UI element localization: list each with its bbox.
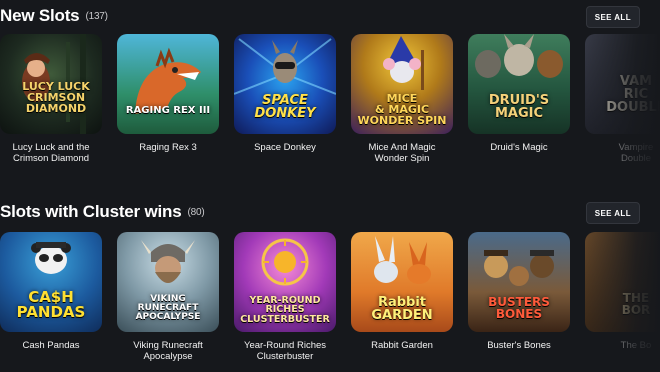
game-logo: BUSTERS BONES [488, 295, 550, 321]
game-thumbnail[interactable]: DRUID'S MAGIC [468, 34, 570, 134]
game-thumbnail[interactable]: Rabbit GARDEN [351, 232, 453, 332]
game-logo: YEAR-ROUND RICHES CLUSTERBUSTER [240, 294, 330, 325]
section-title-text: Slots with Cluster wins [0, 202, 182, 221]
game-logo: THE BOR [621, 291, 651, 317]
game-thumbnail[interactable]: CA$H PANDAS [0, 232, 102, 332]
game-title: Vampire Double [618, 142, 654, 164]
game-title: Mice And Magic Wonder Spin [368, 142, 436, 164]
game-thumbnail[interactable]: YEAR-ROUND RICHES CLUSTERBUSTER [234, 232, 336, 332]
section-count: (137) [85, 11, 108, 22]
game-tile[interactable]: MICE & MAGIC WONDER SPIN Mice And Magic … [351, 34, 453, 164]
game-thumbnail[interactable]: RAGING REX III [117, 34, 219, 134]
section-count: (80) [187, 207, 205, 218]
game-logo: LUCY LUCK CRIMSON DIAMOND [22, 80, 90, 115]
game-tile[interactable]: YEAR-ROUND RICHES CLUSTERBUSTER Year-Rou… [234, 232, 336, 362]
cluster-slots-section: Slots with Cluster wins (80) SEE ALL CA$H… [0, 198, 660, 372]
game-thumbnail[interactable]: BUSTERS BONES [468, 232, 570, 332]
game-logo: Rabbit GARDEN [371, 295, 433, 323]
game-tile[interactable]: Rabbit GARDEN Rabbit Garden [351, 232, 453, 351]
game-thumbnail[interactable]: MICE & MAGIC WONDER SPIN [351, 34, 453, 134]
game-logo: SPACE DONKEY [254, 93, 316, 121]
section-header: Slots with Cluster wins (80) SEE ALL [0, 198, 660, 228]
game-title: Raging Rex 3 [139, 142, 197, 153]
game-thumbnail[interactable]: VIKING RUNECRAFT APOCALYPSE [117, 232, 219, 332]
game-title: Druid's Magic [490, 142, 548, 153]
game-thumbnail[interactable]: SPACE DONKEY [234, 34, 336, 134]
see-all-button[interactable]: SEE ALL [585, 6, 640, 28]
game-tile[interactable]: VIKING RUNECRAFT APOCALYPSE Viking Runec… [117, 232, 219, 362]
game-tile[interactable]: BUSTERS BONES Buster's Bones [468, 232, 570, 351]
game-title: Buster's Bones [487, 340, 551, 351]
game-carousel[interactable]: LUCY LUCK CRIMSON DIAMOND Lucy Luck and … [0, 34, 660, 174]
game-logo: VIKING RUNECRAFT APOCALYPSE [135, 294, 201, 322]
see-all-button[interactable]: SEE ALL [585, 202, 640, 224]
game-thumbnail[interactable]: LUCY LUCK CRIMSON DIAMOND [0, 34, 102, 134]
game-tile[interactable]: THE BOR The Bo [585, 232, 660, 351]
game-tile[interactable]: RAGING REX III Raging Rex 3 [117, 34, 219, 153]
game-title: Cash Pandas [22, 340, 80, 351]
game-tile[interactable]: SPACE DONKEY Space Donkey [234, 34, 336, 153]
game-logo: MICE & MAGIC WONDER SPIN [357, 92, 447, 127]
game-thumbnail[interactable]: VAM RIC DOUBLE [585, 34, 660, 134]
game-carousel[interactable]: CA$H PANDAS Cash Pandas VIKING RUNECRAFT… [0, 232, 660, 372]
section-title: New Slots (137) [0, 6, 108, 26]
game-tile[interactable]: VAM RIC DOUBLE Vampire Double [585, 34, 660, 164]
game-tile[interactable]: DRUID'S MAGIC Druid's Magic [468, 34, 570, 153]
game-title: The Bo [620, 340, 652, 351]
game-title: Viking Runecraft Apocalypse [133, 340, 203, 362]
game-logo: VAM RIC DOUBLE [606, 74, 660, 115]
game-title: Space Donkey [254, 142, 316, 153]
game-tile[interactable]: CA$H PANDAS Cash Pandas [0, 232, 102, 351]
game-logo: RAGING REX III [125, 105, 211, 116]
game-tile[interactable]: LUCY LUCK CRIMSON DIAMOND Lucy Luck and … [0, 34, 102, 164]
game-title: Rabbit Garden [371, 340, 433, 351]
game-thumbnail[interactable]: THE BOR [585, 232, 660, 332]
section-title-text: New Slots [0, 6, 80, 25]
game-logo: DRUID'S MAGIC [488, 93, 550, 121]
new-slots-section: New Slots (137) SEE ALL LUCY LUCK CRIMSON… [0, 2, 660, 174]
game-title: Lucy Luck and the Crimson Diamond [12, 142, 90, 164]
section-header: New Slots (137) SEE ALL [0, 2, 660, 32]
game-title: Year-Round Riches Clusterbuster [243, 340, 327, 362]
dinosaur-art [135, 47, 201, 114]
game-logo: CA$H PANDAS [16, 288, 86, 321]
section-title: Slots with Cluster wins (80) [0, 202, 205, 222]
